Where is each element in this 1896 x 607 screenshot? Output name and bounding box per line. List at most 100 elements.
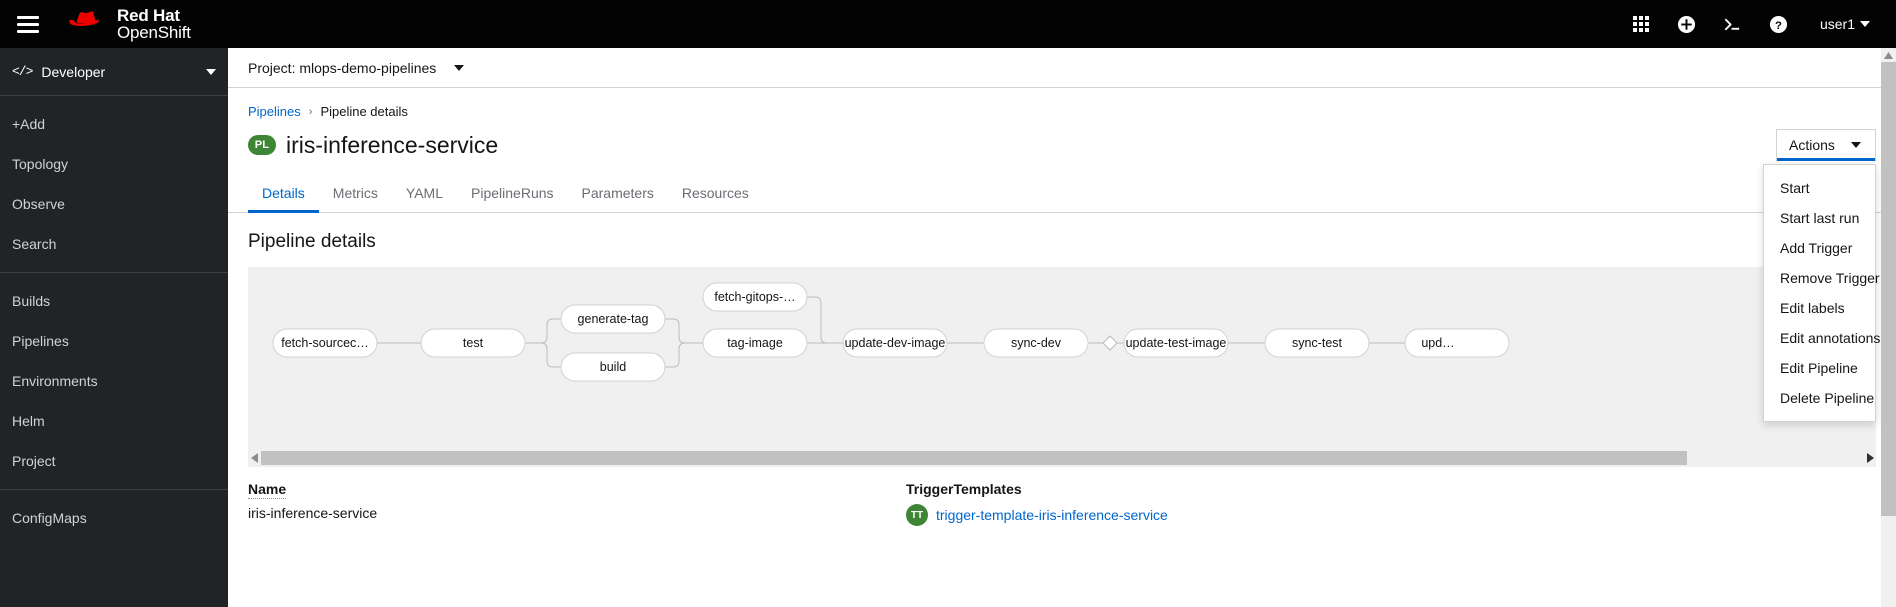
sidebar-item-label: +Add (12, 116, 46, 132)
tab-label: YAML (405, 185, 444, 201)
brand-text: Red Hat OpenShift (117, 6, 191, 42)
pipeline-visualization[interactable]: fetch-sourcec… test generate-tag build f… (248, 267, 1876, 449)
trigger-template-link[interactable]: trigger-template-iris-inference-service (936, 507, 1168, 523)
sidebar-item-topology[interactable]: Topology (0, 144, 228, 184)
node-label: upd… (1421, 336, 1454, 350)
pipeline-node-when-expression-diamond[interactable] (1102, 335, 1118, 351)
user-menu[interactable]: user1 (1804, 3, 1880, 45)
breadcrumb-current: Pipeline details (320, 104, 408, 119)
pipeline-node-generate-tag[interactable]: generate-tag (560, 304, 666, 334)
node-label: sync-test (1292, 336, 1343, 350)
sidebar-item-search[interactable]: Search (0, 224, 228, 264)
node-label: update-dev-image (845, 336, 946, 350)
page-title: iris-inference-service (286, 131, 499, 158)
sidebar-item-pipelines[interactable]: Pipelines (0, 321, 228, 361)
hamburger-icon[interactable] (4, 0, 52, 48)
actions-button[interactable]: Actions (1776, 129, 1876, 161)
breadcrumb-link-pipelines[interactable]: Pipelines (248, 104, 301, 119)
scroll-left-arrow-icon[interactable] (248, 449, 261, 467)
sidebar-item-label: Helm (12, 413, 45, 429)
menu-item-start[interactable]: Start (1764, 173, 1875, 203)
masthead: Red Hat OpenShift ? user1 (0, 0, 1896, 48)
tab-parameters[interactable]: Parameters (568, 173, 668, 212)
sidebar: </> Developer +Add Topology Observe Sear… (0, 48, 228, 607)
pipeline-node-sync-dev[interactable]: sync-dev (983, 328, 1089, 358)
username-label: user1 (1819, 16, 1855, 32)
sidebar-item-label: Environments (12, 373, 98, 389)
sidebar-item-project[interactable]: Project (0, 441, 228, 481)
node-label: sync-dev (1011, 336, 1062, 350)
tab-pipelineruns[interactable]: PipelineRuns (457, 173, 568, 212)
perspective-switcher[interactable]: </> Developer (0, 48, 228, 96)
pipeline-node-update-prod-image[interactable]: upd… (1404, 328, 1510, 358)
menu-item-edit-annotations[interactable]: Edit annotations (1764, 323, 1880, 353)
tab-bar: Details Metrics YAML PipelineRuns Parame… (228, 173, 1896, 213)
actions-container: Actions Start Start last run Add Trigger… (1763, 129, 1880, 422)
masthead-toolbar: ? user1 (1620, 0, 1896, 48)
chevron-down-icon (1850, 142, 1861, 148)
page-header: PL iris-inference-service Actions Start … (228, 119, 1896, 422)
sidebar-item-configmaps[interactable]: ConfigMaps (0, 498, 228, 538)
scroll-right-arrow-icon[interactable] (1863, 449, 1876, 467)
sidebar-item-environments[interactable]: Environments (0, 361, 228, 401)
help-icon[interactable]: ? (1758, 3, 1800, 45)
scrollbar-thumb[interactable] (261, 451, 1687, 465)
tab-resources[interactable]: Resources (668, 173, 763, 212)
pipeline-node-update-test-image[interactable]: update-test-image (1123, 328, 1229, 358)
tab-yaml[interactable]: YAML (392, 173, 457, 212)
sidebar-item-label: ConfigMaps (12, 510, 87, 526)
menu-item-delete-pipeline[interactable]: Delete Pipeline (1764, 383, 1875, 413)
pipeline-node-test[interactable]: test (420, 328, 526, 358)
menu-item-start-last-run[interactable]: Start last run (1764, 203, 1875, 233)
field-value-name: iris-inference-service (248, 505, 378, 521)
menu-item-add-trigger[interactable]: Add Trigger (1764, 233, 1875, 263)
pipeline-node-tag-image[interactable]: tag-image (702, 328, 808, 358)
tab-label: Metrics (332, 185, 378, 201)
brand-logo[interactable]: Red Hat OpenShift (66, 6, 191, 42)
sidebar-item-label: Pipelines (12, 333, 69, 349)
cloud-shell-terminal-icon[interactable] (1712, 3, 1754, 45)
sidebar-item-builds[interactable]: Builds (0, 281, 228, 321)
page-body: Pipelines › Pipeline details PL iris-inf… (228, 88, 1896, 607)
code-icon: </> (12, 64, 33, 79)
scrollbar-track[interactable] (261, 451, 1863, 465)
sidebar-item-label: Project (12, 453, 56, 469)
field-label-name: Name (248, 481, 287, 499)
node-label: generate-tag (578, 312, 649, 326)
menu-item-edit-pipeline[interactable]: Edit Pipeline (1764, 353, 1875, 383)
menu-item-remove-trigger[interactable]: Remove Trigger (1764, 263, 1880, 293)
pipeline-node-build[interactable]: build (560, 352, 666, 382)
pipeline-horizontal-scrollbar[interactable] (248, 449, 1876, 467)
application-launcher-icon[interactable] (1620, 3, 1662, 45)
svg-text:?: ? (1775, 19, 1782, 31)
sidebar-item-add[interactable]: +Add (0, 104, 228, 144)
pipeline-graph-svg: fetch-sourcec… test generate-tag build f… (272, 282, 1510, 382)
node-label: fetch-gitops-… (714, 290, 795, 304)
breadcrumb-separator-icon: › (308, 105, 313, 118)
sidebar-item-observe[interactable]: Observe (0, 184, 228, 224)
pipeline-node-fetch-sourcec[interactable]: fetch-sourcec… (272, 328, 378, 358)
pipeline-visualization-wrapper: fetch-sourcec… test generate-tag build f… (228, 253, 1896, 467)
sidebar-item-helm[interactable]: Helm (0, 401, 228, 441)
menu-item-edit-labels[interactable]: Edit labels (1764, 293, 1875, 323)
brand-line-openshift: OpenShift (117, 23, 191, 42)
pipeline-node-fetch-gitops[interactable]: fetch-gitops-… (702, 282, 808, 312)
sidebar-item-label: Topology (12, 156, 69, 172)
tab-label: PipelineRuns (471, 185, 554, 201)
pipeline-node-update-dev-image[interactable]: update-dev-image (842, 328, 948, 358)
project-selector-label: Project: mlops-demo-pipelines (248, 59, 437, 76)
pipeline-node-sync-test[interactable]: sync-test (1264, 328, 1370, 358)
add-icon[interactable] (1666, 3, 1708, 45)
field-label-trigger-templates: TriggerTemplates (906, 481, 1022, 497)
chevron-down-icon (1860, 21, 1870, 27)
pipeline-nodes: fetch-sourcec… test generate-tag build f… (272, 282, 1510, 382)
chevron-down-icon (206, 68, 216, 75)
tab-metrics[interactable]: Metrics (319, 173, 392, 212)
project-toolbar: Project: mlops-demo-pipelines (228, 48, 1896, 88)
page-scrollbar-thumb[interactable] (1881, 62, 1896, 516)
scroll-up-arrow-icon[interactable] (1881, 48, 1896, 62)
tab-details[interactable]: Details (248, 173, 319, 213)
page-vertical-scrollbar[interactable] (1881, 48, 1896, 607)
project-selector[interactable]: Project: mlops-demo-pipelines (248, 59, 465, 76)
sidebar-item-label: Builds (12, 293, 51, 309)
